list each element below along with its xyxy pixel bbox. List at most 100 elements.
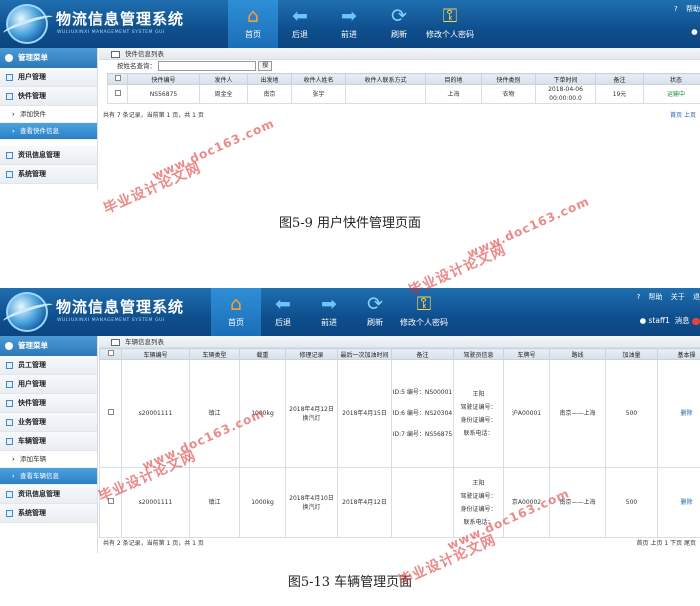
table-cell: NS56875	[127, 84, 200, 104]
fuel-cell: 500	[605, 359, 658, 468]
menu-icon	[6, 491, 13, 498]
row-checkbox[interactable]	[99, 359, 122, 468]
nav-refresh-label: 刷新	[367, 318, 383, 327]
sidebar-item-vehicle-management[interactable]: 车辆管理	[0, 432, 97, 451]
vehicle-type-cell: 镇江	[189, 467, 240, 538]
search-input[interactable]	[158, 61, 257, 71]
table-cell: 周金全	[199, 84, 248, 104]
nav-forward[interactable]: ➡ 前进	[324, 0, 374, 48]
arrow-left-icon: ⬅	[292, 5, 308, 27]
fuel-time-cell: 2018年4月15日	[337, 359, 392, 468]
nav-refresh[interactable]: ⟳ 刷新	[350, 288, 400, 336]
col-header: 载重	[239, 348, 286, 360]
sidebar-item-staff-management[interactable]: 员工管理	[0, 356, 97, 375]
sidebar-item-business-management[interactable]: 业务管理	[0, 413, 97, 432]
driver-line: 王阳	[472, 390, 485, 398]
home-icon: ⌂	[229, 293, 243, 315]
table-row: NS56875 周金全 南京 张宇 上海 衣物 2018-04-06 00:00…	[107, 84, 700, 104]
pagination-links[interactable]: 首页 上页 1 下页 尾页	[637, 538, 696, 550]
row-checkbox[interactable]	[107, 84, 128, 104]
nav-forward[interactable]: ➡ 前进	[304, 288, 354, 336]
col-header: 收件人姓名	[291, 73, 346, 85]
col-header: 基本操	[657, 348, 700, 360]
sidebar-sub-add-vehicle[interactable]: 添加车辆	[0, 451, 97, 468]
system-subtitle: WULIUXINXI MANAGEMENT SYSTEM GUI	[57, 30, 165, 35]
nav-forward-label: 前进	[321, 318, 337, 327]
route-cell: 南京——上海	[549, 359, 606, 468]
col-header: 最后一次加油时间	[337, 348, 392, 360]
header-bar: 物流信息管理系统 WULIUXINXI MANAGEMENT SYSTEM GU…	[0, 0, 700, 48]
col-header: 车辆类型	[189, 348, 240, 360]
plate-cell: 沪A00001	[503, 359, 550, 468]
driver-line: 王阳	[472, 479, 485, 487]
sidebar-item-express-management[interactable]: 快件管理	[0, 394, 97, 413]
nav-refresh-label: 刷新	[391, 30, 407, 39]
driver-line: 驾驶证编号：	[460, 403, 497, 411]
nav-back[interactable]: ⬅ 后退	[258, 288, 308, 336]
sidebar-item-news-management[interactable]: 资讯信息管理	[0, 146, 97, 165]
menu-icon	[6, 438, 13, 445]
messages-link[interactable]: 消息	[675, 316, 690, 325]
header-links: ? 帮助	[662, 4, 700, 14]
header-bar: 物流信息管理系统 WULIUXINXI MANAGEMENT SYSTEM GU…	[0, 288, 700, 336]
sidebar-item-system-management[interactable]: 系统管理	[0, 504, 97, 523]
sidebar-sub-view-vehicle[interactable]: 查看车辆信息	[0, 468, 97, 485]
search-row: 按姓名查询： 搜	[99, 60, 700, 73]
system-title: 物流信息管理系统	[56, 298, 185, 316]
col-header: 备注	[595, 73, 644, 85]
fuel-cell: 500	[605, 467, 658, 538]
select-all-checkbox[interactable]	[99, 348, 122, 360]
search-button[interactable]: 搜	[258, 61, 273, 71]
user-avatar-icon[interactable]: ●	[691, 27, 700, 36]
menu-icon	[6, 171, 13, 178]
driver-line: 身份证编号：	[460, 505, 497, 513]
col-header: 快件编号	[127, 73, 200, 85]
col-header: 加油量	[605, 348, 658, 360]
system-title: 物流信息管理系统	[56, 10, 185, 28]
sidebar-item-news-management[interactable]: 资讯信息管理	[0, 485, 97, 504]
nav-refresh[interactable]: ⟳ 刷新	[374, 0, 424, 48]
help-link[interactable]: ? 帮助	[631, 293, 663, 301]
sidebar-item-user-management[interactable]: 用户管理	[0, 68, 97, 87]
delete-link[interactable]: 删除	[657, 359, 700, 468]
nav-change-password[interactable]: ⚿ 修改个人密码	[422, 0, 478, 48]
sidebar: 管理菜单 用户管理 快件管理 添加快件 查看快件信息 资讯信息管理 系统管理	[0, 48, 98, 190]
note-line: ID:7 编号：NS56875	[392, 431, 453, 438]
driver-line: 联系电话：	[463, 429, 494, 437]
sidebar-item-system-management[interactable]: 系统管理	[0, 165, 97, 184]
sidebar-item-user-management[interactable]: 用户管理	[0, 375, 97, 394]
sidebar-sub-view-express[interactable]: 查看快件信息	[0, 123, 97, 140]
sidebar: 管理菜单 员工管理 用户管理 快件管理 业务管理 车辆管理 添加车辆 查看车辆信…	[0, 336, 98, 553]
screenshot-express-management: 物流信息管理系统 WULIUXINXI MANAGEMENT SYSTEM GU…	[0, 0, 700, 190]
notes-cell: ID:5 编号：NS00001 ID:6 编号：NS20304 ID:7 编号：…	[391, 359, 454, 468]
col-header: 目的地	[425, 73, 482, 85]
select-all-checkbox[interactable]	[107, 73, 128, 85]
fuel-time-cell: 2018年4月12日	[337, 467, 392, 538]
arrow-left-icon: ⬅	[275, 293, 291, 315]
nav-change-password-label: 修改个人密码	[426, 30, 474, 39]
help-link[interactable]: ? 帮助	[668, 5, 700, 13]
message-badge	[692, 318, 700, 325]
user-icon: ●	[639, 316, 647, 325]
table-cell	[345, 84, 426, 104]
pagination-links[interactable]: 首页 上页	[670, 110, 696, 122]
home-icon: ⌂	[246, 5, 260, 27]
delete-link[interactable]: 删除	[657, 467, 700, 538]
note-line: ID:5 编号：NS00001	[392, 389, 453, 396]
about-link[interactable]: 关于	[671, 293, 685, 301]
nav-home[interactable]: ⌂ 首页	[211, 288, 261, 336]
col-header: 发件人	[199, 73, 248, 85]
nav-home[interactable]: ⌂ 首页	[228, 0, 278, 48]
sidebar-sub-add-express[interactable]: 添加快件	[0, 106, 97, 123]
express-table: 快件编号 发件人 出发地 收件人姓名 收件人联系方式 目的地 快件类别 下单时间…	[107, 73, 700, 104]
col-header: 路线	[549, 348, 606, 360]
notes-cell	[391, 467, 454, 538]
username[interactable]: staff1	[649, 316, 670, 325]
sidebar-item-express-management[interactable]: 快件管理	[0, 87, 97, 106]
col-header: 下单时间	[535, 73, 596, 85]
nav-back[interactable]: ⬅ 后退	[275, 0, 325, 48]
pagination: 共有 2 条记录，当前第 1 页，共 1 页 首页 上页 1 下页 尾页	[99, 538, 700, 550]
repair-cell: 2018年4月12日 换汽灯	[285, 359, 338, 468]
table-cell: 2018-04-06 00:00:00.0	[535, 84, 596, 104]
exit-link[interactable]: 退	[693, 293, 700, 301]
